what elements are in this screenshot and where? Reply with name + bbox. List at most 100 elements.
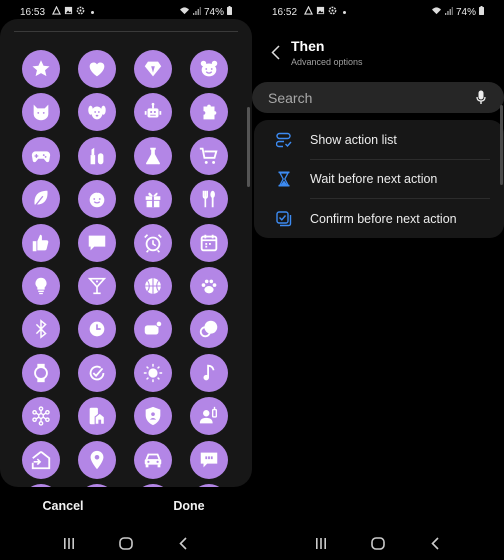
navigation-bar: [252, 526, 504, 560]
puzzle-icon: [203, 105, 217, 120]
icon-option-gamepad[interactable]: [22, 136, 60, 175]
icon-option-refresh-check[interactable]: [78, 353, 116, 392]
signal-icon: [444, 6, 453, 18]
menu-item-wait-before-next-action[interactable]: Wait before next action: [254, 160, 504, 199]
back-button[interactable]: [266, 42, 284, 62]
icon-option-partial[interactable]: [190, 483, 228, 487]
gift-icon: [145, 192, 161, 208]
car-icon: [144, 453, 162, 467]
icon-option-calendar[interactable]: [190, 223, 228, 262]
status-time: 16:53: [20, 6, 46, 18]
home-icon[interactable]: [366, 533, 390, 553]
back-nav-icon[interactable]: [423, 533, 447, 553]
icon-option-location-pin[interactable]: [78, 440, 116, 479]
status-time: 16:52: [272, 6, 298, 18]
icon-option-heart[interactable]: [78, 50, 116, 88]
page-title: Then: [291, 38, 325, 54]
more-notifications-dot: [343, 10, 347, 14]
icon-option-leaf[interactable]: [22, 180, 60, 219]
gallery-icon: [316, 6, 325, 18]
menu-item-confirm-before-next-action[interactable]: Confirm before next action: [254, 199, 504, 239]
icon-option-partial[interactable]: [22, 483, 60, 487]
location-pin-icon: [90, 450, 104, 469]
sun-icon: [143, 363, 163, 382]
icon-option-alarm-clock[interactable]: [134, 223, 172, 262]
icon-option-partial[interactable]: [78, 483, 116, 487]
search-input[interactable]: [268, 89, 474, 106]
icon-option-puzzle[interactable]: [190, 93, 228, 132]
battery-level: 74%: [455, 6, 476, 18]
icon-option-smartwatch[interactable]: [22, 353, 60, 392]
settings-gear-icon: [328, 6, 337, 18]
icon-picker-sheet: [0, 19, 252, 487]
icon-option-chat-bubble[interactable]: [78, 223, 116, 262]
battery-icon: [479, 6, 484, 18]
quote-bubble-icon: [200, 452, 218, 467]
recent-apps-icon[interactable]: [309, 533, 333, 553]
baby-icon: [89, 189, 105, 208]
recent-apps-icon[interactable]: [57, 533, 81, 553]
icon-option-star[interactable]: [22, 50, 60, 88]
icon-option-baby[interactable]: [78, 180, 116, 219]
menu-item-label: Wait before next action: [310, 172, 438, 187]
icon-option-bear[interactable]: [190, 50, 228, 88]
battery-icon: [227, 6, 232, 18]
gallery-icon: [64, 6, 73, 18]
alarm-clock-icon: [144, 233, 162, 253]
icon-option-cutlery[interactable]: [190, 180, 228, 219]
hourglass-icon: [276, 171, 292, 187]
icon-option-home-enter[interactable]: [22, 440, 60, 479]
icon-option-bluetooth[interactable]: [22, 310, 60, 349]
cat-icon: [33, 105, 49, 121]
earbuds-icon: [199, 321, 218, 338]
back-nav-icon[interactable]: [171, 533, 195, 553]
cancel-button[interactable]: Cancel: [0, 494, 126, 518]
advanced-options-screen: 16:52 74% Then Advanced options Show act…: [252, 0, 504, 560]
icon-option-lightbulb[interactable]: [22, 266, 60, 305]
icon-option-person-remote[interactable]: [190, 397, 228, 436]
star-icon: [32, 60, 50, 77]
microphone-icon[interactable]: [474, 89, 488, 107]
icon-option-car[interactable]: [134, 440, 172, 479]
icon-option-cart[interactable]: [190, 136, 228, 175]
robot-icon: [144, 103, 162, 118]
icon-option-network-hub[interactable]: [22, 397, 60, 436]
menu-item-label: Confirm before next action: [310, 211, 457, 226]
icon-option-flask[interactable]: [134, 136, 172, 175]
icon-option-cosmetics[interactable]: [78, 136, 116, 175]
icon-option-sun[interactable]: [134, 353, 172, 392]
icon-option-partial[interactable]: [134, 483, 172, 487]
more-notifications-dot: [91, 10, 95, 14]
home-icon[interactable]: [114, 533, 138, 553]
icon-option-cat[interactable]: [22, 93, 60, 132]
settings-gear-icon: [76, 6, 85, 18]
icon-option-toggle-notification[interactable]: [134, 310, 172, 349]
action-list-icon: [276, 132, 292, 148]
smartwatch-icon: [34, 363, 48, 382]
icon-option-paw[interactable]: [190, 266, 228, 305]
icon-option-clock[interactable]: [78, 310, 116, 349]
navigation-bar: [0, 526, 252, 560]
icon-option-security-shield[interactable]: [134, 397, 172, 436]
icon-option-quote-bubble[interactable]: [190, 440, 228, 479]
icon-option-diamond[interactable]: [134, 50, 172, 88]
menu-item-show-action-list[interactable]: Show action list: [254, 120, 504, 160]
icon-option-smart-home[interactable]: [78, 397, 116, 436]
scrollbar[interactable]: [500, 105, 503, 185]
icon-option-dog[interactable]: [78, 93, 116, 132]
icon-option-earbuds[interactable]: [190, 310, 228, 349]
cart-icon: [199, 147, 218, 164]
person-remote-icon: [199, 406, 218, 424]
scrollbar[interactable]: [247, 107, 250, 187]
home-enter-icon: [31, 450, 51, 469]
calendar-icon: [200, 234, 218, 251]
icon-option-cocktail[interactable]: [78, 266, 116, 305]
icon-option-thumbs-up[interactable]: [22, 223, 60, 262]
icon-option-gift[interactable]: [134, 180, 172, 219]
icon-option-music-note[interactable]: [190, 353, 228, 392]
leaf-icon: [34, 190, 48, 206]
done-button[interactable]: Done: [126, 494, 252, 518]
icon-option-robot[interactable]: [134, 93, 172, 132]
flask-icon: [146, 147, 160, 165]
icon-option-basketball[interactable]: [134, 266, 172, 305]
